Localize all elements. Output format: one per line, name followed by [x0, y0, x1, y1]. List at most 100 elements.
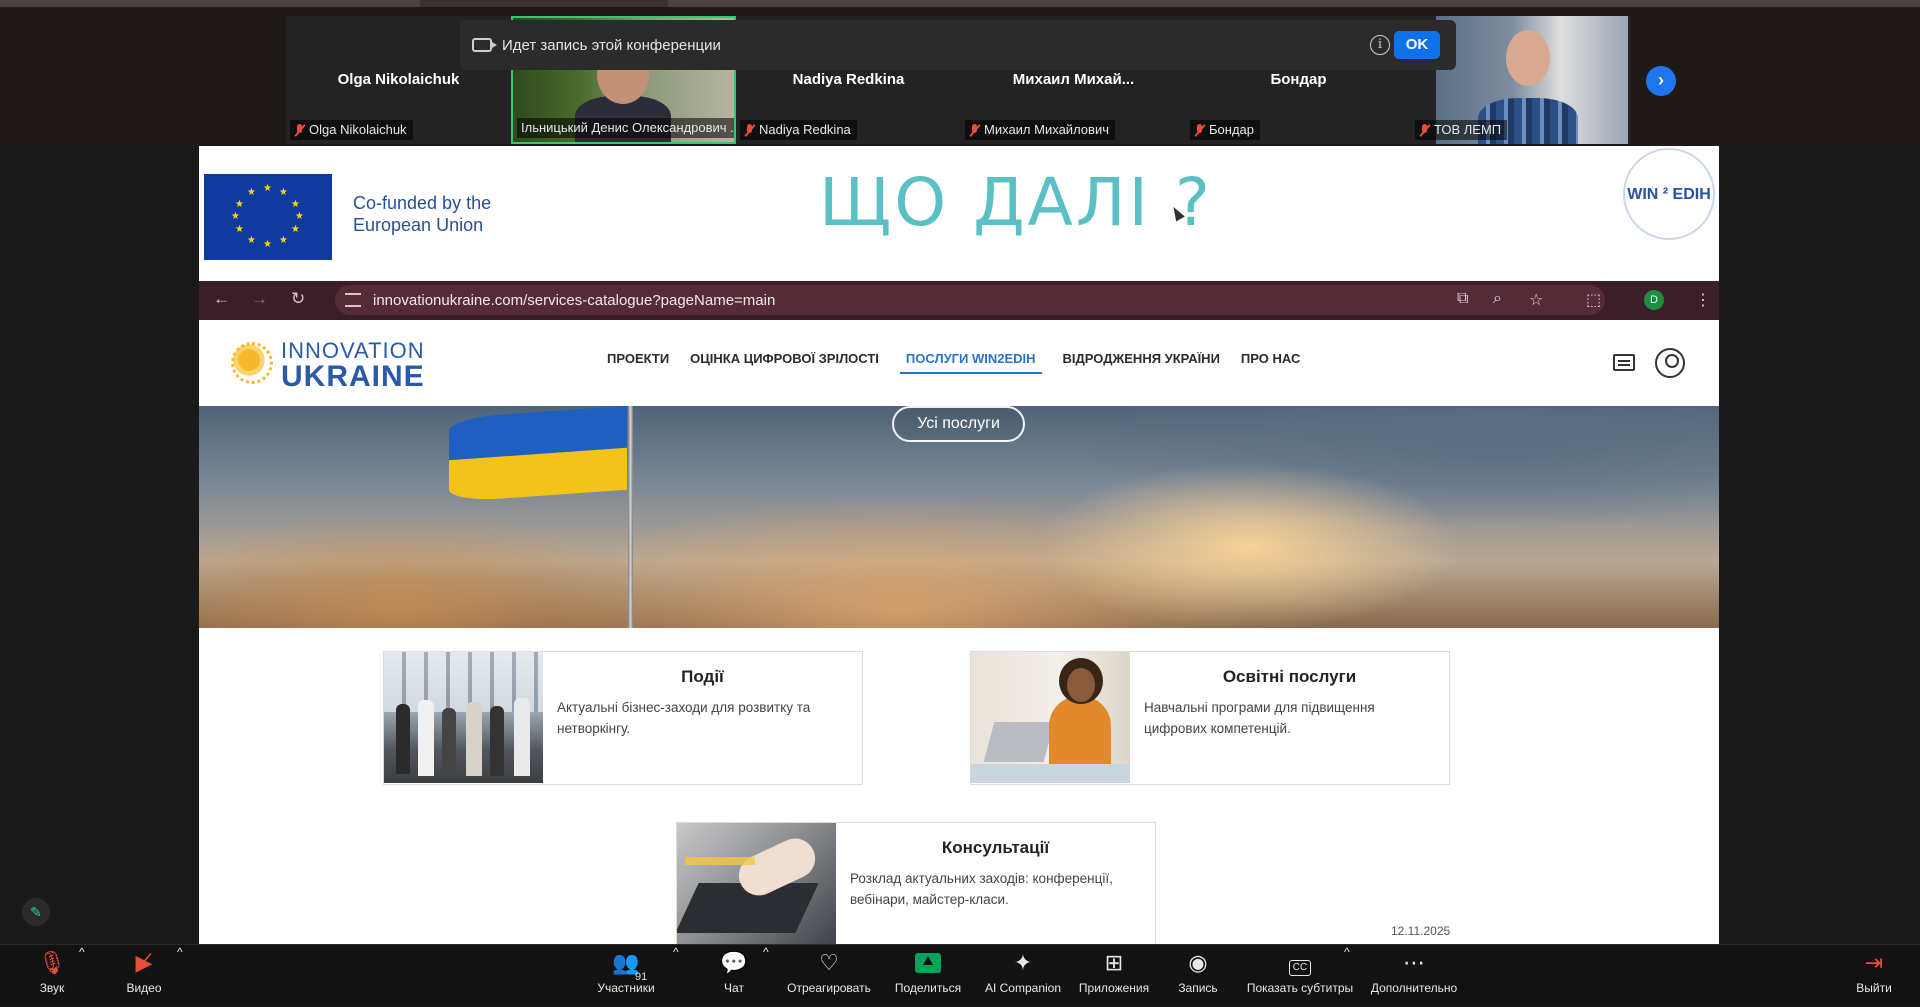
participant-label: Nadiya Redkina [740, 120, 857, 140]
participant-name: Olga Nikolaichuk [337, 71, 460, 88]
eu-flag-logo: ★ ★ ★ ★ ★ ★ ★ ★ ★ ★ ★ ★ [204, 174, 332, 260]
mic-muted-icon [1419, 123, 1430, 137]
shared-screen: ★ ★ ★ ★ ★ ★ ★ ★ ★ ★ ★ ★ Co-funded by the… [199, 146, 1719, 944]
meeting-toolbar: 🎙 Звук ^ ▶̸ Видео ^ 👥 91 Участники ^ 💬 Ча… [0, 944, 1920, 1006]
card-title: Події [681, 667, 724, 686]
mic-muted-icon [969, 123, 980, 137]
closed-captions-icon: CC [1244, 945, 1356, 981]
back-arrow-icon[interactable]: ← [213, 289, 230, 309]
chat-button[interactable]: 💬 Чат [714, 945, 754, 1007]
eu-cofunded-text: Co-funded by the European Union [353, 193, 492, 235]
recording-notice: Идет запись этой конференции i OK [460, 20, 1456, 70]
participant-name: Nadiya Redkina [792, 71, 905, 88]
all-services-button[interactable]: Усі послуги [892, 406, 1025, 442]
heart-icon: ♡ [819, 950, 839, 975]
nav-digital-maturity[interactable]: ОЦІНКА ЦИФРОВОЇ ЗРІЛОСТІ [690, 351, 879, 374]
card-description: Навчальні програми для підвищення цифров… [1144, 700, 1375, 736]
react-button[interactable]: ♡ Отреагировать [785, 945, 873, 1007]
participants-icon: 👥 91 [590, 945, 662, 983]
recording-camera-icon [472, 38, 497, 52]
slide-header: ★ ★ ★ ★ ★ ★ ★ ★ ★ ★ ★ ★ Co-funded by the… [199, 146, 1719, 281]
more-button[interactable]: ⋯ Дополнительно [1366, 945, 1462, 1007]
leave-button[interactable]: ⇥ Выйти [1852, 945, 1896, 1007]
participant-label: Михаил Михайлович [965, 120, 1115, 140]
mic-muted-icon [294, 123, 305, 137]
captions-button[interactable]: CC Показать субтитры [1244, 945, 1356, 1007]
translate-icon[interactable]: ⧉ [1457, 290, 1468, 308]
zoom-icon[interactable]: ⌕ [1493, 290, 1502, 308]
site-header: INNOVATION UKRAINE ПРОЕКТИ ОЦІНКА ЦИФРОВ… [199, 320, 1719, 406]
consultations-photo [677, 823, 836, 944]
messages-icon[interactable] [1613, 354, 1635, 371]
education-photo [971, 652, 1130, 783]
participant-label: Ільницький Денис Олександрович ... [517, 118, 734, 138]
ukraine-flag-image [449, 406, 627, 503]
bookmark-star-icon[interactable]: ☆ [1529, 290, 1543, 310]
record-icon: ◉ [1188, 950, 1208, 975]
participant-name: Бондар [1270, 71, 1327, 88]
participant-label: ТОВ ЛЕМП [1415, 120, 1508, 140]
card-title: Консультації [941, 838, 1050, 857]
flag-pole [628, 406, 633, 628]
window-top-bar [0, 0, 1920, 7]
sun-logo-icon [229, 340, 273, 384]
participants-button[interactable]: 👥 91 Участники [590, 945, 662, 1007]
slide-date: 12.11.2025 [1391, 924, 1451, 938]
ok-button[interactable]: OK [1394, 31, 1440, 59]
service-card-consultations[interactable]: Консультації Розклад актуальних заходів:… [676, 822, 1156, 944]
chat-caret-icon[interactable]: ^ [763, 945, 769, 1007]
captions-caret-icon[interactable]: ^ [1344, 945, 1350, 1007]
address-bar[interactable]: innovationukraine.com/services-catalogue… [335, 285, 1605, 315]
apps-icon: ⊞ [1104, 950, 1124, 975]
mic-off-icon: 🎙 [38, 950, 66, 975]
service-card-education[interactable]: Освітні послуги Навчальні програми для п… [970, 651, 1450, 785]
share-screen-button[interactable]: Поделиться [890, 945, 966, 1007]
participant-label: Olga Nikolaichuk [290, 120, 413, 140]
events-photo [384, 652, 543, 783]
browser-toolbar: ← → ↻ innovationukraine.com/services-cat… [199, 281, 1719, 320]
card-title: Освітні послуги [1222, 667, 1357, 686]
ai-companion-button[interactable]: ✦ AI Companion [982, 945, 1064, 1007]
win2edih-logo: WIN ² EDIH [1623, 148, 1715, 240]
recording-notice-text: Идет запись этой конференции [502, 36, 721, 54]
ai-sparkle-icon: ✦ [1013, 950, 1033, 975]
video-button[interactable]: ▶̸ Видео [114, 945, 174, 1007]
chevron-right-icon[interactable]: › [1646, 66, 1676, 96]
nav-about[interactable]: ПРО НАС [1241, 351, 1300, 374]
participant-name: Михаил Михай... [1012, 71, 1135, 88]
more-dots-icon: ⋯ [1403, 950, 1425, 975]
mic-muted-icon [744, 123, 755, 137]
leave-exit-icon: ⇥ [1864, 950, 1884, 975]
participants-caret-icon[interactable]: ^ [673, 945, 679, 1007]
slide-title: ЩО ДАЛІ ? [819, 164, 1213, 241]
audio-button[interactable]: 🎙 Звук [22, 945, 82, 1007]
record-button[interactable]: ◉ Запись [1172, 945, 1224, 1007]
site-settings-icon[interactable] [345, 293, 361, 307]
service-card-events[interactable]: Події Актуальні бізнес-заходи для розвит… [383, 651, 863, 785]
address-bar-url: innovationukraine.com/services-catalogue… [373, 292, 776, 309]
video-off-icon: ▶̸ [135, 950, 153, 975]
participant-strip: Olga Nikolaichuk Olga Nikolaichuk Ільниц… [0, 0, 1920, 146]
annotate-pencil-icon[interactable]: ✎ [22, 898, 50, 926]
extensions-icon[interactable]: ⬚ [1586, 290, 1601, 310]
card-description: Розклад актуальних заходів: конференції,… [850, 871, 1113, 907]
browser-profile-avatar[interactable]: D [1644, 290, 1664, 310]
info-icon[interactable]: i [1370, 35, 1390, 55]
nav-revival-of-ukraine[interactable]: ВІДРОДЖЕННЯ УКРАЇНИ [1063, 351, 1220, 374]
audio-options-caret-icon[interactable]: ^ [79, 945, 85, 1007]
user-account-icon[interactable] [1655, 348, 1685, 378]
apps-button[interactable]: ⊞ Приложения [1076, 945, 1152, 1007]
chat-icon: 💬 [720, 950, 748, 975]
share-screen-icon [890, 945, 966, 981]
forward-arrow-icon[interactable]: → [251, 289, 268, 309]
participant-label: Бондар [1190, 120, 1260, 140]
reload-icon[interactable]: ↻ [291, 289, 305, 309]
kebab-menu-icon[interactable]: ⋮ [1695, 290, 1711, 310]
hero-banner: Усі послуги [199, 406, 1719, 628]
mic-muted-icon [1194, 123, 1205, 137]
nav-win2edih-services[interactable]: ПОСЛУГИ WIN2EDIH [899, 351, 1042, 374]
participants-count: 91 [635, 971, 648, 983]
video-options-caret-icon[interactable]: ^ [177, 945, 183, 1007]
card-description: Актуальні бізнес-заходи для розвитку та … [557, 700, 811, 736]
nav-projects[interactable]: ПРОЕКТИ [607, 351, 669, 374]
